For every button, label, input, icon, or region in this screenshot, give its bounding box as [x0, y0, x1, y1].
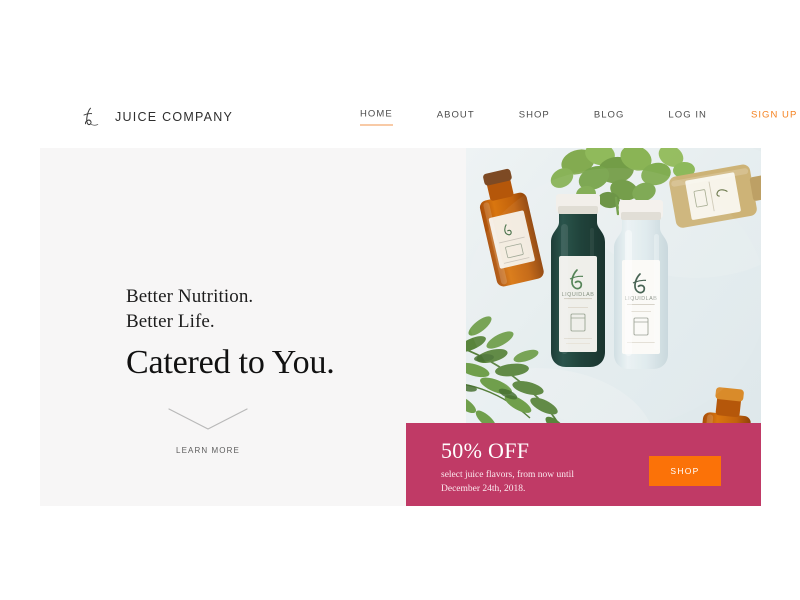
page-root: JUICE COMPANY HOME ABOUT SHOP BLOG LOG I…	[0, 0, 800, 600]
nav-item-login[interactable]: LOG IN	[668, 110, 707, 125]
hero-section: Better Nutrition. Better Life. Catered t…	[40, 148, 761, 506]
nav-link-login-label[interactable]: LOG IN	[668, 110, 707, 125]
nav-link-shop-label[interactable]: SHOP	[519, 110, 550, 125]
nav-link-home-label[interactable]: HOME	[360, 108, 393, 123]
promo-subtitle-line-1: select juice flavors, from now until	[441, 470, 574, 481]
nav-link-signup-label[interactable]: SIGN UP	[751, 110, 797, 125]
nav-item-shop[interactable]: SHOP	[519, 110, 550, 125]
hero-copy: Better Nutrition. Better Life. Catered t…	[126, 284, 456, 383]
hero-headline: Catered to You.	[126, 344, 335, 382]
nav-item-about[interactable]: ABOUT	[437, 110, 475, 125]
script-l-monogram-icon	[83, 107, 99, 126]
chevron-down-icon	[168, 408, 248, 430]
promo-banner: 50% OFF select juice flavors, from now u…	[406, 423, 761, 506]
promo-text-group: 50% OFF select juice flavors, from now u…	[441, 439, 656, 496]
brand-name: JUICE COMPANY	[115, 110, 234, 124]
nav-item-signup[interactable]: SIGN UP	[751, 110, 797, 125]
nav-link-about-label[interactable]: ABOUT	[437, 110, 475, 125]
promo-subtitle-line-2: December 24th, 2018.	[441, 483, 526, 494]
nav-active-underline	[360, 124, 393, 126]
brand-logo[interactable]: JUICE COMPANY	[78, 104, 233, 130]
nav-link-blog-label[interactable]: BLOG	[594, 110, 625, 125]
main-navigation: HOME ABOUT SHOP BLOG LOG IN SIGN UP	[360, 108, 800, 127]
nav-item-home[interactable]: HOME	[360, 108, 393, 126]
learn-more-label: LEARN MORE	[176, 446, 240, 455]
nav-item-blog[interactable]: BLOG	[594, 110, 625, 125]
promo-title: 50% OFF	[441, 438, 530, 463]
promo-shop-button[interactable]: SHOP	[649, 456, 721, 486]
promo-subtitle: select juice flavors, from now until Dec…	[441, 469, 656, 496]
learn-more-button[interactable]: LEARN MORE	[128, 406, 288, 455]
hero-eyebrow-line-1: Better Nutrition.	[126, 286, 254, 307]
hero-eyebrow-line-2: Better Life.	[126, 311, 215, 333]
site-header: JUICE COMPANY HOME ABOUT SHOP BLOG LOG I…	[0, 92, 800, 142]
